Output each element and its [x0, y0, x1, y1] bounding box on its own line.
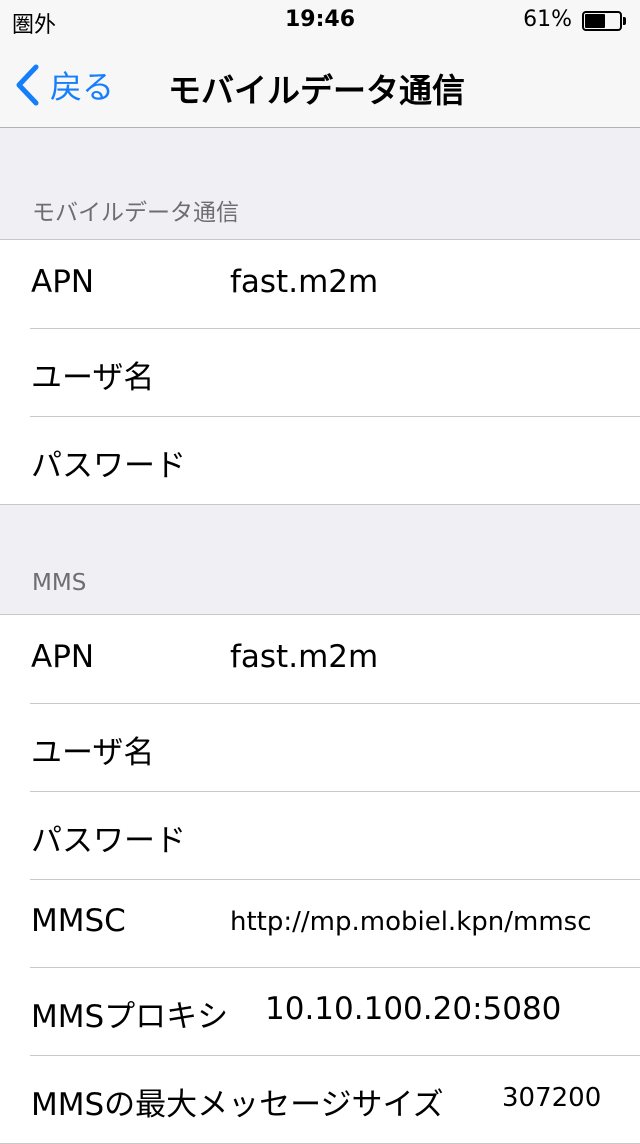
back-button[interactable]: 戻る — [14, 62, 114, 108]
row-label: ユーザ名 — [31, 360, 155, 396]
section-header-mms: MMS — [32, 570, 87, 596]
mms-max-size-field[interactable]: 307200 — [502, 1083, 601, 1113]
cellular-apn-row[interactable]: APN fast.m2m — [0, 240, 640, 328]
status-bar: 圏外 19:46 61% — [0, 0, 640, 40]
mms-proxy-row[interactable]: MMSプロキシ 10.10.100.20:5080 — [0, 967, 640, 1055]
mms-password-row[interactable]: パスワード — [0, 791, 640, 879]
row-label: APN — [31, 639, 95, 675]
row-label: ユーザ名 — [31, 735, 155, 771]
row-label: パスワード — [31, 823, 186, 859]
row-label: MMSC — [31, 903, 126, 939]
back-label: 戻る — [50, 68, 115, 106]
section-header-cellular: モバイルデータ通信 — [32, 200, 239, 226]
battery-percent: 61% — [523, 7, 572, 32]
mms-username-row[interactable]: ユーザ名 — [0, 703, 640, 791]
mms-settings-group: APN fast.m2m ユーザ名 パスワード MMSC http://mp.m… — [0, 614, 640, 1144]
cellular-password-row[interactable]: パスワード — [0, 416, 640, 504]
mmsc-field[interactable]: http://mp.mobiel.kpn/mmsc — [230, 907, 592, 937]
page-title: モバイルデータ通信 — [168, 71, 465, 110]
cellular-apn-field[interactable]: fast.m2m — [230, 264, 378, 300]
row-label: パスワード — [31, 448, 186, 484]
mms-apn-row[interactable]: APN fast.m2m — [0, 615, 640, 703]
navigation-bar: 戻る モバイルデータ通信 — [0, 40, 640, 128]
row-label: APN — [31, 264, 95, 300]
row-label: MMSの最大メッセージサイズ — [31, 1087, 444, 1123]
chevron-left-icon — [16, 64, 39, 106]
row-label: MMSプロキシ — [31, 999, 229, 1035]
mms-proxy-field[interactable]: 10.10.100.20:5080 — [265, 991, 561, 1027]
cellular-username-row[interactable]: ユーザ名 — [0, 328, 640, 416]
mms-max-size-row[interactable]: MMSの最大メッセージサイズ 307200 — [0, 1055, 640, 1143]
battery-icon — [582, 11, 626, 31]
cellular-settings-group: APN fast.m2m ユーザ名 パスワード — [0, 239, 640, 505]
mms-apn-field[interactable]: fast.m2m — [230, 639, 378, 675]
mmsc-row[interactable]: MMSC http://mp.mobiel.kpn/mmsc — [0, 879, 640, 967]
